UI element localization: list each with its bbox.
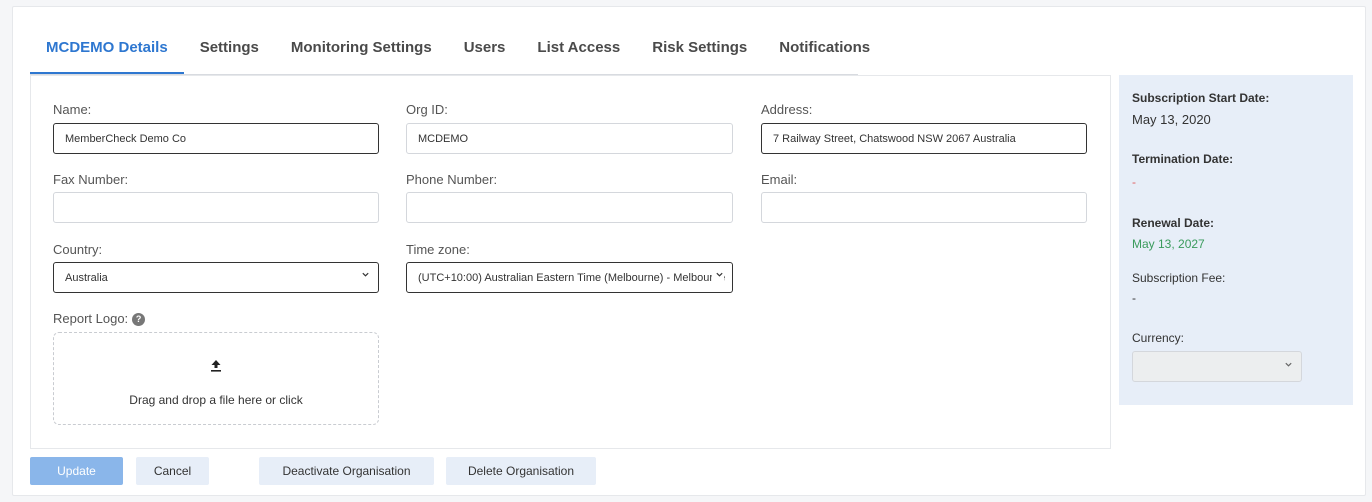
currency-label: Currency: xyxy=(1132,331,1185,345)
tab-bar: MCDEMO Details Settings Monitoring Setti… xyxy=(30,28,870,75)
timezone-label: Time zone: xyxy=(406,242,470,257)
timezone-select[interactable]: (UTC+10:00) Australian Eastern Time (Mel… xyxy=(406,262,733,293)
currency-select[interactable] xyxy=(1132,351,1302,382)
delete-organisation-button[interactable]: Delete Organisation xyxy=(446,457,596,485)
fax-input[interactable] xyxy=(53,192,379,223)
termination-value: - xyxy=(1132,175,1136,189)
tab-monitoring-settings[interactable]: Monitoring Settings xyxy=(275,28,448,74)
name-input[interactable]: MemberCheck Demo Co xyxy=(53,123,379,154)
termination-label: Termination Date: xyxy=(1132,152,1234,166)
tab-notifications[interactable]: Notifications xyxy=(763,28,886,74)
country-select[interactable]: Australia xyxy=(53,262,379,293)
address-input[interactable]: 7 Railway Street, Chatswood NSW 2067 Aus… xyxy=(761,123,1087,154)
tab-list-access[interactable]: List Access xyxy=(521,28,636,74)
country-label: Country: xyxy=(53,242,103,257)
tab-mcdemo-details[interactable]: MCDEMO Details xyxy=(30,28,184,74)
upload-icon xyxy=(54,359,378,372)
fax-label: Fax Number: xyxy=(53,172,129,187)
subscription-start-value: May 13, 2020 xyxy=(1132,112,1211,127)
country-value: Australia xyxy=(65,272,108,284)
logo-dropzone[interactable]: Drag and drop a file here or click xyxy=(53,332,379,425)
chevron-down-icon xyxy=(358,270,370,282)
dropzone-text: Drag and drop a file here or click xyxy=(129,393,303,407)
address-label: Address: xyxy=(761,102,813,117)
deactivate-organisation-button[interactable]: Deactivate Organisation xyxy=(259,457,434,485)
chevron-down-icon xyxy=(1284,360,1293,372)
subscription-fee-label: Subscription Fee: xyxy=(1132,271,1226,285)
org-id-input: MCDEMO xyxy=(406,123,733,154)
name-label: Name: xyxy=(53,102,92,117)
org-id-label: Org ID: xyxy=(406,102,448,117)
renewal-label: Renewal Date: xyxy=(1132,216,1215,230)
tab-risk-settings[interactable]: Risk Settings xyxy=(636,28,763,74)
tab-settings[interactable]: Settings xyxy=(184,28,275,74)
cancel-button[interactable]: Cancel xyxy=(136,457,209,485)
phone-input[interactable] xyxy=(406,192,733,223)
subscription-panel: Subscription Start Date: May 13, 2020 Te… xyxy=(1119,75,1353,405)
tab-users[interactable]: Users xyxy=(448,28,522,74)
report-logo-label-text: Report Logo: xyxy=(53,311,129,326)
subscription-start-label: Subscription Start Date: xyxy=(1132,91,1270,105)
timezone-value: (UTC+10:00) Australian Eastern Time (Mel… xyxy=(418,272,726,284)
renewal-value: May 13, 2027 xyxy=(1132,237,1205,251)
chevron-down-icon xyxy=(712,270,724,282)
help-circle-icon[interactable]: ? xyxy=(132,313,146,327)
email-input[interactable] xyxy=(761,192,1087,223)
update-button[interactable]: Update xyxy=(30,457,123,485)
phone-label: Phone Number: xyxy=(406,172,498,187)
subscription-fee-value: - xyxy=(1132,291,1136,305)
email-label: Email: xyxy=(761,172,798,187)
report-logo-label: Report Logo:? xyxy=(53,311,146,327)
